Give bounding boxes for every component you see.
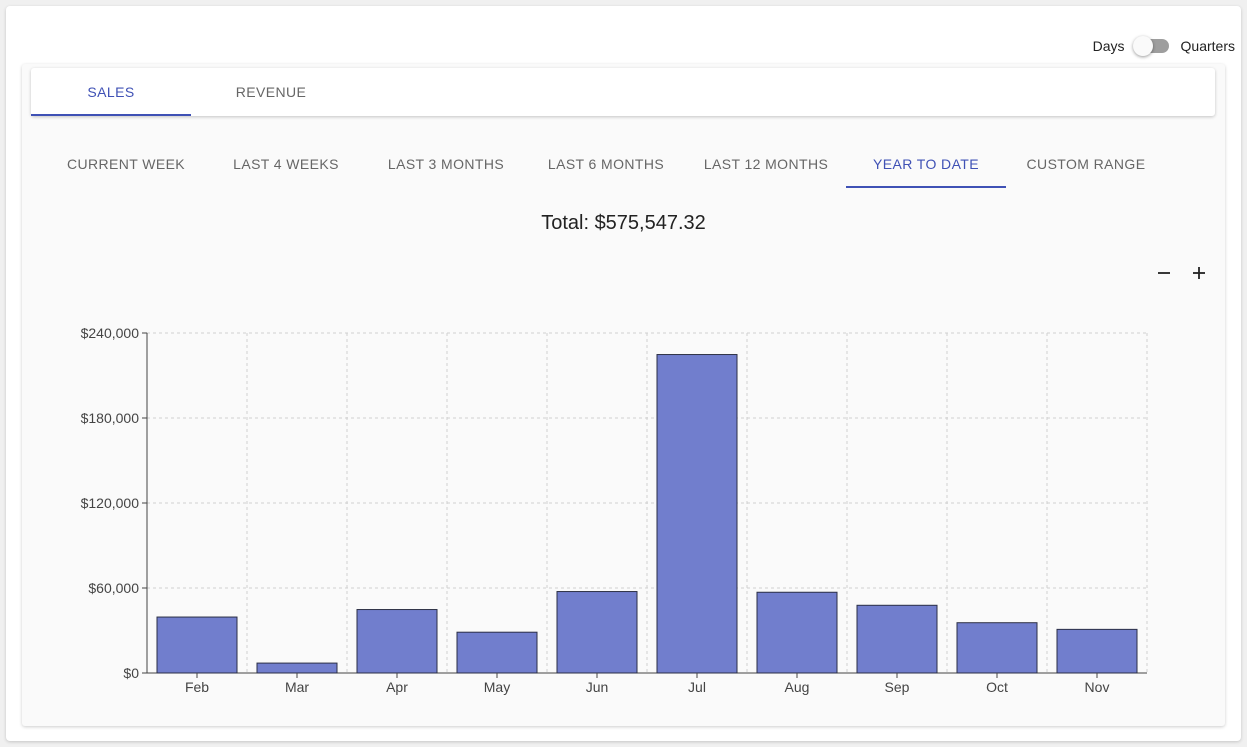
x-tick-label: Mar bbox=[285, 679, 309, 695]
days-quarters-switch[interactable] bbox=[1132, 36, 1173, 56]
x-tick-label: Oct bbox=[986, 679, 1008, 695]
x-tick-label: Jun bbox=[586, 679, 609, 695]
switch-thumb[interactable] bbox=[1132, 36, 1153, 56]
bar-aug bbox=[756, 591, 838, 674]
x-tick-label: Nov bbox=[1085, 679, 1110, 695]
x-tick-label: Feb bbox=[185, 679, 209, 695]
bar-sep bbox=[856, 604, 938, 674]
bar-apr bbox=[356, 609, 438, 674]
bar-oct bbox=[956, 622, 1038, 674]
bar-may bbox=[456, 631, 538, 674]
x-tick-label: Jul bbox=[688, 679, 706, 695]
bar-nov bbox=[1056, 628, 1138, 674]
bar-mar bbox=[256, 662, 338, 674]
sales-bar-chart: $0 $60,000 $120,000 $180,000 $240,000 Feb Mar A… bbox=[81, 325, 1148, 695]
y-tick-label: $60,000 bbox=[88, 580, 139, 596]
chart-panel: SALES REVENUE CURRENT WEEK LAST 4 WEEKS … bbox=[22, 64, 1225, 726]
period-toggle-row: Days Quarters bbox=[1093, 36, 1235, 56]
y-tick-label: $0 bbox=[123, 665, 139, 681]
y-tick-label: $180,000 bbox=[81, 410, 140, 426]
y-tick-label: $240,000 bbox=[81, 325, 140, 341]
bar-feb bbox=[156, 616, 238, 674]
bar-jun bbox=[556, 591, 638, 674]
bar-jul bbox=[656, 354, 738, 674]
toggle-quarters-label: Quarters bbox=[1180, 38, 1235, 54]
x-tick-label: Sep bbox=[885, 679, 910, 695]
x-tick-label: Apr bbox=[386, 679, 408, 695]
toggle-days-label: Days bbox=[1092, 38, 1125, 54]
x-tick-label: Aug bbox=[785, 679, 810, 695]
y-tick-label: $120,000 bbox=[81, 495, 140, 511]
sales-card: Days Quarters SALES REVENUE CURRENT WEEK… bbox=[6, 6, 1241, 741]
x-tick-label: May bbox=[484, 679, 510, 695]
